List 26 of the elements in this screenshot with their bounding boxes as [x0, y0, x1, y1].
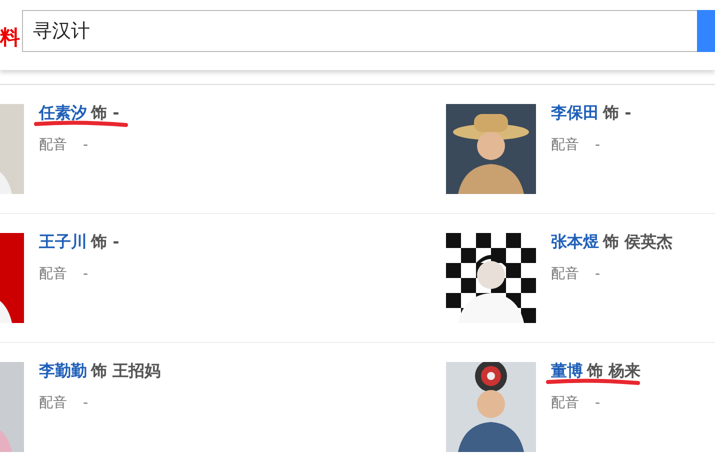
dub-label: 配音 [551, 136, 579, 155]
role-text: 饰 杨来 [587, 360, 641, 382]
dub-value: - [83, 136, 88, 155]
dub-value: - [595, 265, 600, 284]
dub-label: 配音 [39, 136, 67, 155]
actor-link[interactable]: 董博 [551, 359, 583, 383]
role-text: 饰 - [603, 102, 632, 124]
dub-label: 配音 [551, 265, 579, 284]
search-button[interactable] [697, 10, 715, 52]
actor-link[interactable]: 张本煜 [551, 230, 599, 254]
dub-value: - [83, 394, 88, 413]
dub-label: 配音 [551, 394, 579, 413]
actor-link[interactable]: 李勤勤 [39, 359, 87, 383]
role-text: 饰 王招妈 [91, 360, 161, 382]
search-field[interactable]: 寻汉计 [22, 10, 697, 52]
dub-value: - [595, 136, 600, 155]
dub-value: - [595, 394, 600, 413]
role-text: 饰 - [91, 102, 120, 124]
role-text: 饰 - [91, 231, 120, 253]
dub-label: 配音 [39, 394, 67, 413]
dub-label: 配音 [39, 265, 67, 284]
dub-value: - [83, 265, 88, 284]
role-text: 饰 侯英杰 [603, 231, 673, 253]
actor-link[interactable]: 李保田 [551, 101, 599, 125]
actor-link[interactable]: 王子川 [39, 230, 87, 254]
actor-link[interactable]: 任素汐 [39, 101, 87, 125]
